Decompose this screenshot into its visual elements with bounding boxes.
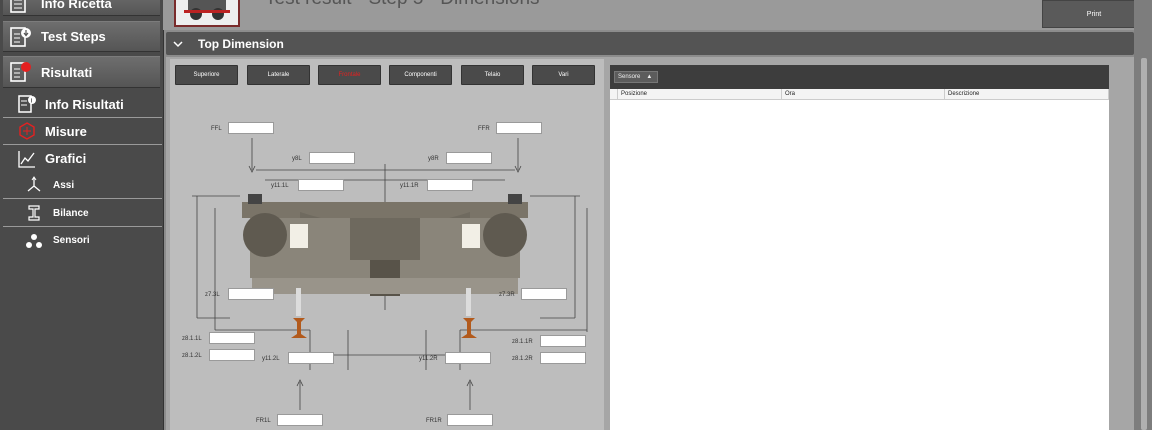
column-header-descrizione[interactable]: Descrizione bbox=[945, 89, 1109, 100]
y11-1l-label: y11.1L bbox=[271, 183, 289, 189]
tab-laterale[interactable]: Laterale bbox=[247, 65, 310, 85]
sidebar-item-assi[interactable]: Assi bbox=[3, 172, 162, 199]
y11-2r-field[interactable] bbox=[445, 352, 491, 364]
rail-icon bbox=[25, 204, 43, 222]
sidebar-item-grafici[interactable]: Grafici bbox=[3, 145, 162, 172]
z8-1-1r-field[interactable] bbox=[540, 335, 586, 347]
z8-1-2r-label: z8.1.2R bbox=[512, 356, 533, 362]
y8l-field[interactable] bbox=[309, 152, 355, 164]
tab-telaio[interactable]: Telaio bbox=[461, 65, 524, 85]
fr1l-field[interactable] bbox=[277, 414, 323, 426]
sensor-table: Posizione Ora Descrizione bbox=[610, 89, 1109, 430]
ffr-field[interactable] bbox=[496, 122, 542, 134]
sidebar: Info Ricetta Test Steps Risultati i Info… bbox=[0, 0, 164, 430]
y8l-label: y8L bbox=[292, 156, 302, 162]
scrollbar[interactable] bbox=[1141, 58, 1147, 430]
info-document-icon: i bbox=[17, 94, 37, 114]
title-bar: Test result - Step 5 - Dimensions bbox=[163, 0, 1152, 30]
z7-3l-field[interactable] bbox=[228, 288, 274, 300]
z8-1-1l-label: z8.1.1L bbox=[182, 336, 202, 342]
sidebar-item-risultati[interactable]: Risultati bbox=[3, 56, 160, 88]
page-title: Test result - Step 5 - Dimensions bbox=[265, 0, 540, 10]
ffr-label: FFR bbox=[478, 126, 490, 132]
y11-1r-label: y11.1R bbox=[400, 183, 419, 189]
sidebar-item-label: Assi bbox=[53, 179, 75, 191]
tab-frontale[interactable]: Frontale bbox=[318, 65, 381, 85]
fr1l-label: FR1L bbox=[256, 418, 271, 424]
sensor-filter-label: Sensore bbox=[618, 74, 641, 80]
measure-icon bbox=[17, 121, 37, 141]
sidebar-item-label: Info Risultati bbox=[45, 96, 124, 112]
z8-1-2l-label: z8.1.2L bbox=[182, 353, 202, 359]
y11-1l-field[interactable] bbox=[298, 179, 344, 191]
sensor-filter-button[interactable]: Sensore ▲ bbox=[614, 71, 658, 83]
z7-3r-label: z7.3R bbox=[499, 292, 515, 298]
column-header-ora[interactable]: Ora bbox=[782, 89, 945, 100]
tab-superiore[interactable]: Superiore bbox=[175, 65, 238, 85]
fr1r-label: FR1R bbox=[426, 418, 442, 424]
sidebar-item-info-risultati[interactable]: i Info Risultati bbox=[3, 91, 162, 118]
z8-1-2l-field[interactable] bbox=[209, 349, 255, 361]
y8r-field[interactable] bbox=[446, 152, 492, 164]
ffl-field[interactable] bbox=[228, 122, 274, 134]
sort-up-icon: ▲ bbox=[646, 74, 653, 80]
z7-3l-label: z7.3L bbox=[205, 292, 220, 298]
sidebar-item-label: Misure bbox=[45, 123, 87, 139]
sidebar-item-label: Bilance bbox=[53, 207, 89, 219]
sidebar-item-sensori[interactable]: Sensori bbox=[3, 227, 162, 254]
sidebar-item-label: Risultati bbox=[41, 64, 93, 80]
bogie-front-drawing bbox=[192, 138, 588, 410]
sidebar-item-info-ricetta[interactable]: Info Ricetta bbox=[3, 0, 160, 16]
section-title: Top Dimension bbox=[198, 36, 284, 51]
column-header-posizione[interactable]: Posizione bbox=[618, 89, 782, 100]
sidebar-item-label: Grafici bbox=[45, 151, 87, 166]
bogie-thumbnail bbox=[174, 0, 240, 27]
z8-1-1r-label: z8.1.1R bbox=[512, 339, 533, 345]
sidebar-item-label: Sensori bbox=[53, 235, 90, 246]
y8r-label: y8R bbox=[428, 156, 439, 162]
sidebar-item-test-steps[interactable]: Test Steps bbox=[3, 21, 160, 52]
chevron-down-icon bbox=[172, 38, 184, 50]
results-document-icon bbox=[9, 59, 33, 85]
z7-3r-field[interactable] bbox=[521, 288, 567, 300]
z8-1-1l-field[interactable] bbox=[209, 332, 255, 344]
z8-1-2r-field[interactable] bbox=[540, 352, 586, 364]
tab-componenti[interactable]: Componenti bbox=[389, 65, 452, 85]
table-header-select[interactable] bbox=[610, 89, 618, 100]
print-button[interactable]: Print bbox=[1042, 0, 1146, 28]
chart-icon bbox=[17, 149, 37, 169]
sidebar-item-bilance[interactable]: Bilance bbox=[3, 200, 162, 227]
tab-vari[interactable]: Vari bbox=[532, 65, 595, 85]
axes-icon bbox=[25, 176, 43, 194]
sensors-icon bbox=[25, 232, 43, 250]
document-icon bbox=[9, 0, 33, 14]
y11-2l-label: y11.2L bbox=[262, 356, 280, 362]
fr1r-field[interactable] bbox=[447, 414, 493, 426]
sidebar-item-misure[interactable]: Misure bbox=[3, 118, 162, 145]
steps-document-icon bbox=[9, 25, 33, 49]
ffl-label: FFL bbox=[211, 126, 222, 132]
sidebar-item-label: Info Ricetta bbox=[41, 0, 112, 11]
y11-1r-field[interactable] bbox=[427, 179, 473, 191]
y11-2l-field[interactable] bbox=[288, 352, 334, 364]
section-header[interactable]: Top Dimension bbox=[166, 32, 1134, 55]
sidebar-item-label: Test Steps bbox=[41, 29, 106, 44]
y11-2r-label: y11.2R bbox=[419, 356, 438, 362]
